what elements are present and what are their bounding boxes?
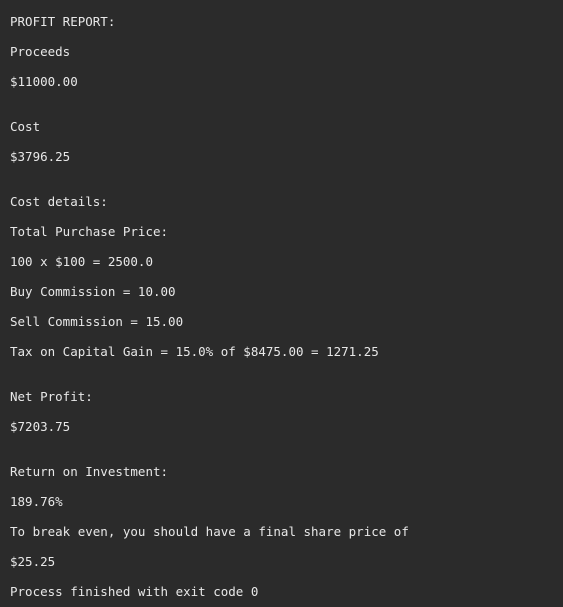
purchase-calculation: 100 x $100 = 2500.0 [10, 254, 153, 269]
buy-commission: Buy Commission = 10.00 [10, 284, 176, 299]
sell-commission: Sell Commission = 15.00 [10, 314, 184, 329]
proceeds-value: $11000.00 [10, 74, 78, 89]
net-profit-label: Net Profit: [10, 389, 93, 404]
proceeds-label: Proceeds [10, 44, 71, 59]
cost-value: $3796.25 [10, 149, 71, 164]
console-output: PROFIT REPORT: Proceeds $11000.00 Cost $… [0, 0, 563, 607]
break-even-message: To break even, you should have a final s… [10, 524, 409, 539]
roi-value: 189.76% [10, 494, 63, 509]
roi-label: Return on Investment: [10, 464, 169, 479]
capital-gain-tax: Tax on Capital Gain = 15.0% of $8475.00 … [10, 344, 379, 359]
break-even-price: $25.25 [10, 554, 56, 569]
report-heading: PROFIT REPORT: [10, 14, 116, 29]
net-profit-value: $7203.75 [10, 419, 71, 434]
cost-label: Cost [10, 119, 41, 134]
process-exit-message: Process finished with exit code 0 [10, 584, 259, 599]
total-purchase-label: Total Purchase Price: [10, 224, 169, 239]
cost-details-heading: Cost details: [10, 194, 108, 209]
